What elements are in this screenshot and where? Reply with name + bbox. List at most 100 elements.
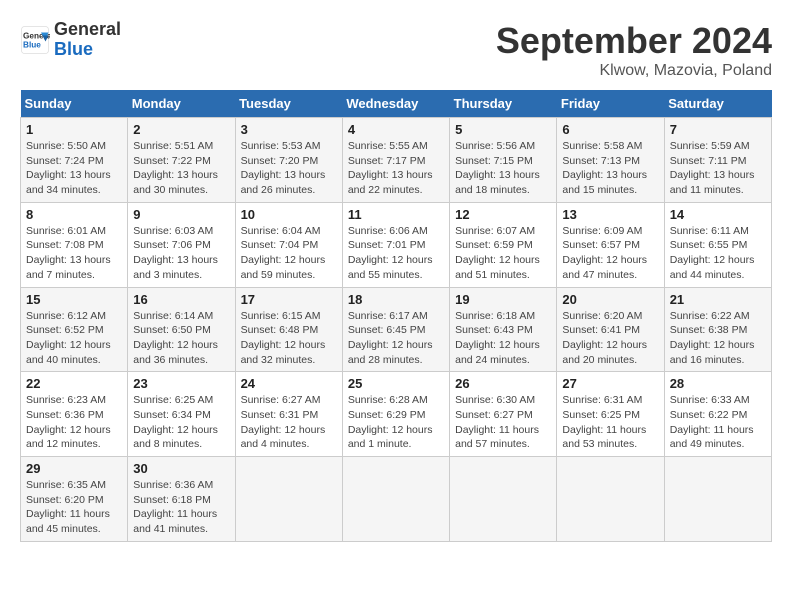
day-number: 18 <box>348 292 444 307</box>
day-detail: Sunrise: 6:30 AM Sunset: 6:27 PM Dayligh… <box>455 393 551 452</box>
calendar-day: 5Sunrise: 5:56 AM Sunset: 7:15 PM Daylig… <box>450 118 557 203</box>
day-detail: Sunrise: 6:22 AM Sunset: 6:38 PM Dayligh… <box>670 309 766 368</box>
day-detail: Sunrise: 6:01 AM Sunset: 7:08 PM Dayligh… <box>26 224 122 283</box>
day-detail: Sunrise: 6:28 AM Sunset: 6:29 PM Dayligh… <box>348 393 444 452</box>
day-detail: Sunrise: 5:56 AM Sunset: 7:15 PM Dayligh… <box>455 139 551 198</box>
calendar-day: 3 Sunrise: 5:53 AM Sunset: 7:20 PM Daylig… <box>235 118 342 203</box>
page-header: General Blue General Blue September 2024… <box>20 20 772 80</box>
calendar-day: 26 Sunrise: 6:30 AM Sunset: 6:27 PM Dayli… <box>450 372 557 457</box>
calendar-day: 8 Sunrise: 6:01 AM Sunset: 7:08 PM Daylig… <box>21 202 128 287</box>
calendar-day: 12 Sunrise: 6:07 AM Sunset: 6:59 PM Dayli… <box>450 202 557 287</box>
calendar-day: 30Sunrise: 6:36 AM Sunset: 6:18 PM Dayli… <box>128 457 235 542</box>
day-detail: Sunrise: 6:23 AM Sunset: 6:36 PM Dayligh… <box>26 393 122 452</box>
day-number: 3 <box>241 122 337 137</box>
svg-text:Blue: Blue <box>23 40 41 49</box>
calendar-day: 7Sunrise: 5:59 AM Sunset: 7:11 PM Daylig… <box>664 118 771 203</box>
calendar-day: 11 Sunrise: 6:06 AM Sunset: 7:01 PM Dayli… <box>342 202 449 287</box>
day-number: 26 <box>455 376 551 391</box>
calendar-day <box>450 457 557 542</box>
day-number: 19 <box>455 292 551 307</box>
calendar-day <box>342 457 449 542</box>
day-number: 7 <box>670 122 766 137</box>
day-detail: Sunrise: 6:33 AM Sunset: 6:22 PM Dayligh… <box>670 393 766 452</box>
day-detail: Sunrise: 6:11 AM Sunset: 6:55 PM Dayligh… <box>670 224 766 283</box>
day-number: 17 <box>241 292 337 307</box>
calendar-day: 21 Sunrise: 6:22 AM Sunset: 6:38 PM Dayli… <box>664 287 771 372</box>
day-detail: Sunrise: 6:03 AM Sunset: 7:06 PM Dayligh… <box>133 224 229 283</box>
calendar-week-1: 1Sunrise: 5:50 AM Sunset: 7:24 PM Daylig… <box>21 118 772 203</box>
day-number: 9 <box>133 207 229 222</box>
day-number: 28 <box>670 376 766 391</box>
calendar-week-5: 29Sunrise: 6:35 AM Sunset: 6:20 PM Dayli… <box>21 457 772 542</box>
day-number: 21 <box>670 292 766 307</box>
calendar-week-2: 8 Sunrise: 6:01 AM Sunset: 7:08 PM Daylig… <box>21 202 772 287</box>
calendar-day: 4Sunrise: 5:55 AM Sunset: 7:17 PM Daylig… <box>342 118 449 203</box>
day-number: 12 <box>455 207 551 222</box>
calendar-day: 20 Sunrise: 6:20 AM Sunset: 6:41 PM Dayli… <box>557 287 664 372</box>
day-detail: Sunrise: 5:53 AM Sunset: 7:20 PM Dayligh… <box>241 139 337 198</box>
weekday-header-wednesday: Wednesday <box>342 90 449 118</box>
day-number: 10 <box>241 207 337 222</box>
logo: General Blue General Blue <box>20 20 121 60</box>
day-detail: Sunrise: 6:17 AM Sunset: 6:45 PM Dayligh… <box>348 309 444 368</box>
weekday-header-row: SundayMondayTuesdayWednesdayThursdayFrid… <box>21 90 772 118</box>
day-number: 13 <box>562 207 658 222</box>
calendar-day: 29Sunrise: 6:35 AM Sunset: 6:20 PM Dayli… <box>21 457 128 542</box>
day-number: 15 <box>26 292 122 307</box>
day-number: 20 <box>562 292 658 307</box>
day-detail: Sunrise: 6:12 AM Sunset: 6:52 PM Dayligh… <box>26 309 122 368</box>
day-number: 24 <box>241 376 337 391</box>
weekday-header-thursday: Thursday <box>450 90 557 118</box>
day-number: 27 <box>562 376 658 391</box>
calendar-day <box>557 457 664 542</box>
calendar-day: 27Sunrise: 6:31 AM Sunset: 6:25 PM Dayli… <box>557 372 664 457</box>
day-number: 16 <box>133 292 229 307</box>
calendar-day: 1Sunrise: 5:50 AM Sunset: 7:24 PM Daylig… <box>21 118 128 203</box>
calendar-day: 25 Sunrise: 6:28 AM Sunset: 6:29 PM Dayli… <box>342 372 449 457</box>
calendar-day: 19 Sunrise: 6:18 AM Sunset: 6:43 PM Dayli… <box>450 287 557 372</box>
day-number: 2 <box>133 122 229 137</box>
calendar-day: 2 Sunrise: 5:51 AM Sunset: 7:22 PM Daylig… <box>128 118 235 203</box>
day-detail: Sunrise: 6:27 AM Sunset: 6:31 PM Dayligh… <box>241 393 337 452</box>
day-number: 22 <box>26 376 122 391</box>
weekday-header-friday: Friday <box>557 90 664 118</box>
calendar-day: 16Sunrise: 6:14 AM Sunset: 6:50 PM Dayli… <box>128 287 235 372</box>
day-number: 11 <box>348 207 444 222</box>
page-title: September 2024 <box>496 20 772 62</box>
day-detail: Sunrise: 6:35 AM Sunset: 6:20 PM Dayligh… <box>26 478 122 537</box>
calendar-day <box>664 457 771 542</box>
calendar-day <box>235 457 342 542</box>
weekday-header-sunday: Sunday <box>21 90 128 118</box>
page-subtitle: Klwow, Mazovia, Poland <box>496 62 772 80</box>
day-detail: Sunrise: 6:06 AM Sunset: 7:01 PM Dayligh… <box>348 224 444 283</box>
logo-icon: General Blue <box>20 25 50 55</box>
day-detail: Sunrise: 5:51 AM Sunset: 7:22 PM Dayligh… <box>133 139 229 198</box>
logo-general: General <box>54 20 121 40</box>
calendar-day: 28 Sunrise: 6:33 AM Sunset: 6:22 PM Dayli… <box>664 372 771 457</box>
day-detail: Sunrise: 5:58 AM Sunset: 7:13 PM Dayligh… <box>562 139 658 198</box>
day-detail: Sunrise: 6:07 AM Sunset: 6:59 PM Dayligh… <box>455 224 551 283</box>
day-detail: Sunrise: 6:20 AM Sunset: 6:41 PM Dayligh… <box>562 309 658 368</box>
day-detail: Sunrise: 6:09 AM Sunset: 6:57 PM Dayligh… <box>562 224 658 283</box>
calendar-day: 13 Sunrise: 6:09 AM Sunset: 6:57 PM Dayli… <box>557 202 664 287</box>
day-detail: Sunrise: 6:15 AM Sunset: 6:48 PM Dayligh… <box>241 309 337 368</box>
title-block: September 2024 Klwow, Mazovia, Poland <box>496 20 772 80</box>
weekday-header-monday: Monday <box>128 90 235 118</box>
calendar-week-3: 15 Sunrise: 6:12 AM Sunset: 6:52 PM Dayli… <box>21 287 772 372</box>
calendar-day: 9 Sunrise: 6:03 AM Sunset: 7:06 PM Daylig… <box>128 202 235 287</box>
day-detail: Sunrise: 6:25 AM Sunset: 6:34 PM Dayligh… <box>133 393 229 452</box>
logo-blue: Blue <box>54 40 121 60</box>
calendar-day: 22 Sunrise: 6:23 AM Sunset: 6:36 PM Dayli… <box>21 372 128 457</box>
calendar-day: 24 Sunrise: 6:27 AM Sunset: 6:31 PM Dayli… <box>235 372 342 457</box>
day-number: 8 <box>26 207 122 222</box>
day-number: 23 <box>133 376 229 391</box>
day-number: 1 <box>26 122 122 137</box>
calendar-day: 18 Sunrise: 6:17 AM Sunset: 6:45 PM Dayli… <box>342 287 449 372</box>
day-detail: Sunrise: 6:18 AM Sunset: 6:43 PM Dayligh… <box>455 309 551 368</box>
weekday-header-tuesday: Tuesday <box>235 90 342 118</box>
calendar-day: 15 Sunrise: 6:12 AM Sunset: 6:52 PM Dayli… <box>21 287 128 372</box>
day-detail: Sunrise: 5:55 AM Sunset: 7:17 PM Dayligh… <box>348 139 444 198</box>
day-detail: Sunrise: 6:04 AM Sunset: 7:04 PM Dayligh… <box>241 224 337 283</box>
day-number: 25 <box>348 376 444 391</box>
weekday-header-saturday: Saturday <box>664 90 771 118</box>
